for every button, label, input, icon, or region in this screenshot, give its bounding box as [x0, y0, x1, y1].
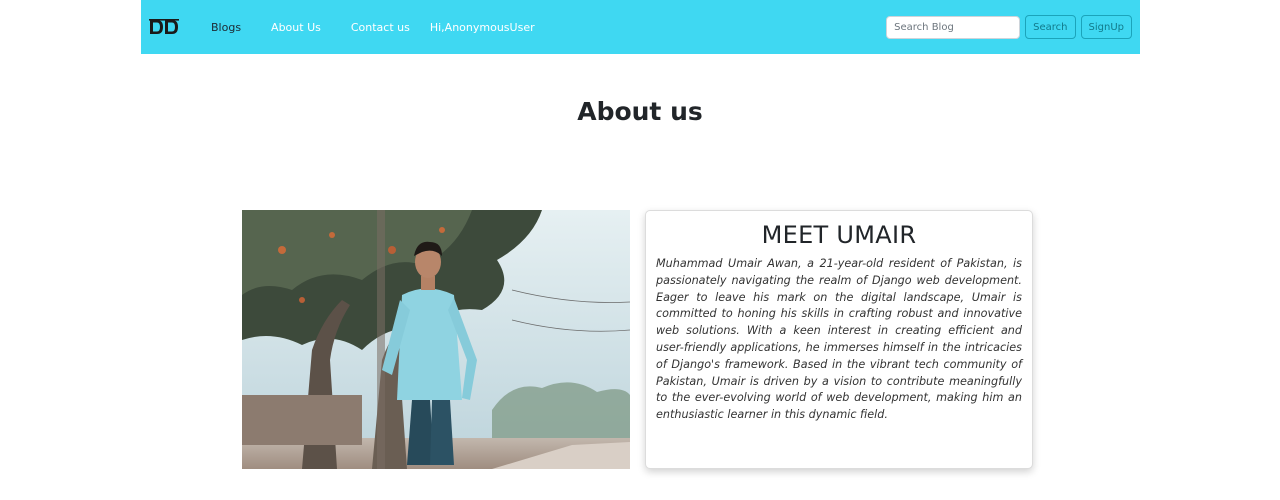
nav-link-contact-us[interactable]: Contact us — [351, 21, 410, 34]
nav-link-blogs[interactable]: Blogs — [211, 21, 241, 34]
user-greeting: Hi,AnonymousUser — [429, 20, 535, 34]
bio-text: Muhammad Umair Awan, a 21-year-old resid… — [656, 257, 1022, 422]
search-button[interactable]: Search — [1025, 15, 1076, 39]
card-title: MEET UMAIR — [761, 221, 917, 249]
nav-link-about-us[interactable]: About Us — [271, 21, 321, 34]
profile-photo — [242, 210, 630, 469]
navbar: Blogs About Us Contact us Hi,AnonymousUs… — [141, 0, 1140, 54]
profile-card: MEET UMAIR Muhammad Umair Awan, a 21-yea… — [645, 210, 1033, 469]
signup-button[interactable]: SignUp — [1080, 15, 1132, 39]
dd-logo-icon — [149, 19, 179, 34]
brand-logo[interactable] — [149, 17, 179, 37]
search-input[interactable] — [886, 15, 1021, 39]
nav-actions: Search SignUp — [886, 15, 1132, 39]
person-photo-icon — [242, 210, 630, 469]
page-title: About us — [577, 97, 703, 126]
